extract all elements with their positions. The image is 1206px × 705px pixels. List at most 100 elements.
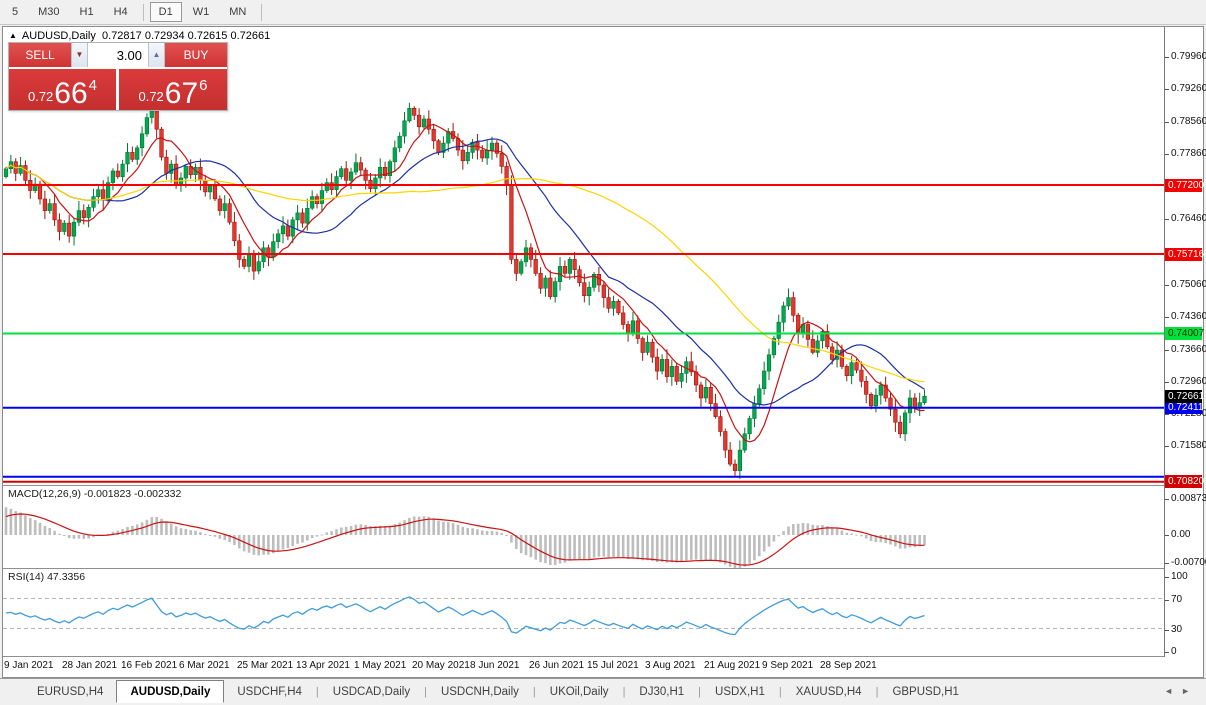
chart-tab-gbpusd-h1[interactable]: GBPUSD,H1 [879, 682, 971, 702]
date-axis-label: 26 Jun 2021 [529, 660, 585, 671]
rsi-axis-tick [1165, 652, 1169, 653]
date-axis-label: 21 Aug 2021 [704, 660, 761, 671]
date-axis-label: 28 Sep 2021 [820, 660, 877, 671]
date-axis[interactable]: 9 Jan 2021 28 Jan 2021 16 Feb 2021 6 Mar 20… [3, 657, 1201, 677]
volume-decrease-button[interactable]: ▼ [71, 43, 88, 67]
chart-tab-usdcnh-daily[interactable]: USDCNH,Daily [428, 682, 532, 702]
timeframe-button-5[interactable]: 5 [3, 2, 27, 22]
price-axis-label: 0.74360 [1171, 311, 1206, 322]
timeframe-button-m30[interactable]: M30 [29, 2, 68, 22]
chart-tab-usdcad-daily[interactable]: USDCAD,Daily [320, 682, 423, 702]
price-axis-tick [1165, 154, 1169, 155]
price-axis-label: 0.77860 [1171, 148, 1206, 159]
price-axis-tick [1165, 382, 1169, 383]
sell-price-sup: 4 [88, 77, 98, 94]
tab-separator: | [698, 686, 702, 698]
price-axis-label: 0.79260 [1171, 83, 1206, 94]
timeframe-button-w1[interactable]: W1 [184, 2, 219, 22]
panel-separator[interactable] [3, 485, 1201, 486]
chart-tab-xauusd-h4[interactable]: XAUUSD,H4 [783, 682, 875, 702]
buy-button[interactable]: BUY [165, 43, 227, 67]
date-axis-label: 6 Mar 2021 [179, 660, 230, 671]
spin-down-icon: ▼ [75, 50, 84, 59]
sell-price-prefix: 0.72 [27, 89, 54, 104]
macd-canvas[interactable] [3, 486, 1164, 568]
timeframe-button-d1[interactable]: D1 [149, 2, 182, 22]
chart-tab-usdchf-h4[interactable]: USDCHF,H4 [224, 682, 315, 702]
timeframe-button-h4[interactable]: H4 [105, 2, 137, 22]
chart-tabs-bar: EURUSD,H4 AUDUSD,Daily USDCHF,H4 | USDCAD,Da… [0, 678, 1206, 705]
tab-separator: | [532, 686, 536, 698]
price-axis-tick [1165, 414, 1169, 415]
hline-price-label: 0.70820 [1165, 475, 1204, 488]
date-axis-label: 9 Sep 2021 [762, 660, 814, 671]
spin-up-icon: ▲ [152, 50, 161, 59]
timeframe-button-mn[interactable]: MN [220, 2, 255, 22]
rsi-axis-label: 30 [1171, 623, 1183, 635]
chart-tab-audusd-daily[interactable]: AUDUSD,Daily [116, 679, 225, 703]
chart-tab-eurusd-h4[interactable]: EURUSD,H4 [24, 682, 116, 702]
timeframe-button-h1[interactable]: H1 [71, 2, 103, 22]
chart-window: ▲ AUDUSD,Daily 0.72817 0.72934 0.72615 0.… [2, 26, 1206, 678]
rsi-axis-tick [1165, 599, 1169, 601]
price-axis-label: 0.72960 [1171, 376, 1206, 387]
date-axis-label: 3 Aug 2021 [645, 660, 696, 671]
tab-separator: | [875, 686, 879, 698]
rsi-axis-tick [1165, 577, 1169, 578]
tab-scroll-left-icon[interactable]: ◄ [1164, 686, 1181, 696]
rsi-axis-tick [1165, 629, 1169, 631]
tab-separator: | [315, 686, 319, 698]
date-axis-label: 8 Jun 2021 [470, 660, 520, 671]
toolbar-separator [142, 3, 144, 21]
price-axis-tick [1165, 57, 1169, 58]
rsi-axis-label: 100 [1171, 571, 1188, 582]
price-axis-tick [1165, 350, 1169, 351]
sell-button[interactable]: SELL [9, 43, 71, 67]
macd-axis-label: 0.008739 [1171, 493, 1206, 504]
date-axis-label: 16 Feb 2021 [121, 660, 178, 671]
volume-increase-button[interactable]: ▲ [148, 43, 165, 67]
hline-price-label: 0.74007 [1165, 327, 1204, 340]
chart-tab-dj30-h1[interactable]: DJ30,H1 [626, 682, 697, 702]
rsi-axis-label: 70 [1171, 593, 1183, 605]
toolbar-separator [261, 3, 263, 21]
tab-separator: | [778, 686, 782, 698]
macd-axis-label: 0.00 [1171, 529, 1191, 540]
date-axis-label: 1 May 2021 [354, 660, 407, 671]
date-axis-label: 15 Jul 2021 [587, 660, 639, 671]
buy-price-button[interactable]: 0.72 67 6 [119, 69, 227, 110]
sell-price-big: 66 [54, 77, 88, 110]
macd-axis-label: -0.00700 [1171, 557, 1206, 568]
date-axis-label: 28 Jan 2021 [62, 660, 118, 671]
tab-scroll-arrows[interactable]: ◄► [1164, 686, 1198, 696]
chart-symbol-label: AUDUSD,Daily [21, 30, 96, 42]
price-axis[interactable]: 0.79960 0.79260 0.78560 0.77860 0.76460 0.750… [1164, 27, 1206, 657]
macd-axis-tick [1165, 499, 1169, 500]
tab-scroll-right-icon[interactable]: ► [1181, 686, 1198, 696]
hline-price-label: 0.75716 [1165, 248, 1204, 261]
macd-axis-tick [1165, 535, 1169, 536]
tab-separator: | [424, 686, 427, 698]
price-axis-label: 0.71580 [1171, 440, 1206, 451]
chart-tab-ukoil-daily[interactable]: UKOil,Daily [537, 682, 622, 702]
rsi-canvas[interactable] [3, 569, 1164, 656]
price-axis-tick [1165, 446, 1169, 447]
hline-price-label: 0.77200 [1165, 179, 1204, 192]
price-axis-tick [1165, 219, 1169, 220]
date-axis-label: 20 May 2021 [412, 660, 470, 671]
trading-app: 5 M30 H1 H4 D1 W1 MN ▲ AUDUSD,Daily 0.72817 0.7… [0, 0, 1206, 705]
one-click-trade-widget: SELL ▼ ▲ BUY 0.72 66 4 0.72 67 6 [8, 42, 228, 111]
macd-axis-tick [1165, 563, 1169, 564]
price-axis-label: 0.76460 [1171, 213, 1206, 224]
sell-price-button[interactable]: 0.72 66 4 [9, 69, 116, 110]
buy-price-big: 67 [164, 77, 199, 110]
chart-tab-usdx-h1[interactable]: USDX,H1 [702, 682, 778, 702]
collapse-icon[interactable]: ▲ [9, 31, 17, 40]
rsi-axis-label: 0 [1171, 646, 1177, 657]
price-axis-tick [1165, 285, 1169, 286]
panel-separator[interactable] [3, 568, 1201, 569]
volume-input[interactable] [88, 43, 148, 67]
timeframe-toolbar: 5 M30 H1 H4 D1 W1 MN [0, 0, 1206, 25]
date-axis-label: 25 Mar 2021 [237, 660, 294, 671]
buy-price-sup: 6 [199, 77, 208, 94]
